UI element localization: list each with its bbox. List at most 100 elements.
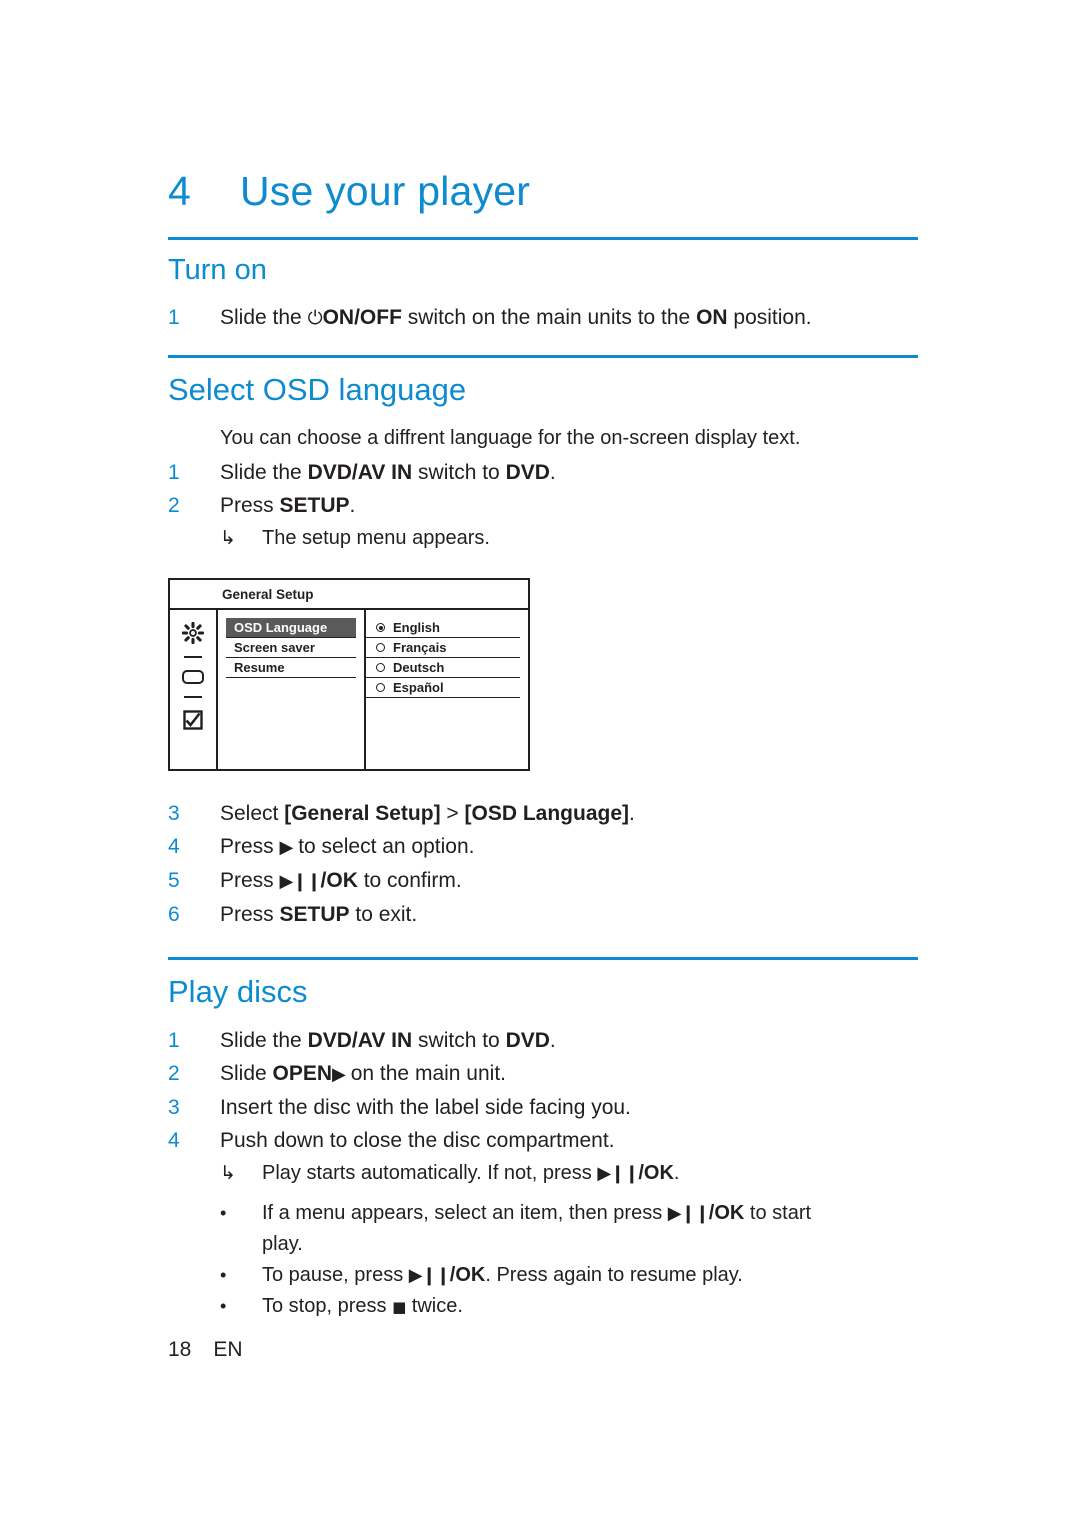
step-bold-general-setup: [General Setup] <box>284 802 441 825</box>
step-text: Press SETUP to exit. <box>220 898 918 931</box>
osd-setup-menu-figure: General Setup OSD Language Screen saver … <box>168 578 530 771</box>
step-osd-1: 1 Slide the DVD/AV IN switch to DVD. <box>168 456 918 489</box>
step-osd-4: 4 Press ▶ to select an option. <box>168 830 918 864</box>
step-play-1: 1 Slide the DVD/AV IN switch to DVD. <box>168 1024 918 1057</box>
bullet-bold-ok: /OK <box>708 1202 745 1224</box>
osd-option-espanol[interactable]: Español <box>366 678 520 698</box>
step-text-pre: Slide the <box>220 1029 308 1052</box>
arrow-icon: ↳ <box>220 527 236 549</box>
bullet-text-cont: play. <box>262 1233 303 1255</box>
chapter-title: Use your player <box>240 168 531 214</box>
step-text: Press SETUP. <box>220 489 918 522</box>
gear-icon <box>181 621 205 645</box>
step-number: 3 <box>168 802 180 825</box>
bullet-text: To pause, press ▶❙❙/OK. Press again to r… <box>262 1260 743 1291</box>
manual-page: 4 Use your player Turn on 1 Slide the ⏻O… <box>0 0 1080 1537</box>
osd-menu-item-screen-saver[interactable]: Screen saver <box>226 638 356 658</box>
stop-icon: ■ <box>392 1298 407 1316</box>
step-text: Slide the DVD/AV IN switch to DVD. <box>220 1024 918 1057</box>
osd-option-deutsch[interactable]: Deutsch <box>366 658 520 678</box>
step-osd-5: 5 Press ▶❙❙/OK to confirm. <box>168 864 918 898</box>
step-number: 1 <box>168 306 180 329</box>
step-text-post: . <box>629 802 635 825</box>
arrow-icon: ↳ <box>220 1162 236 1184</box>
step-play-3: 3 Insert the disc with the label side fa… <box>168 1091 918 1124</box>
bullet-icon: • <box>220 1296 227 1316</box>
play-pause-icon: ▶❙❙ <box>408 1265 451 1286</box>
step-play-2: 2 Slide OPEN▶ on the main unit. <box>168 1057 918 1091</box>
step-text-post: to select an option. <box>292 835 475 858</box>
osd-menu-label: Screen saver <box>234 640 315 655</box>
bullet-text: If a menu appears, select an item, then … <box>262 1198 811 1260</box>
step-bold-dvd: DVD <box>505 1029 550 1052</box>
step-text: Insert the disc with the label side faci… <box>220 1096 631 1119</box>
page-language: EN <box>213 1338 243 1361</box>
section-heading-play-discs: Play discs <box>168 974 308 1009</box>
step-number: 2 <box>168 494 180 517</box>
bullet-text-pre: To pause, press <box>262 1264 409 1286</box>
step-text-post: to exit. <box>349 903 418 926</box>
step-text: Slide the ⏻ON/OFF switch on the main uni… <box>220 301 918 335</box>
bullet-icon: • <box>220 1265 227 1285</box>
radio-icon <box>376 683 385 692</box>
step-bold-dvd: DVD <box>505 461 550 484</box>
play-right-icon: ▶ <box>279 837 294 858</box>
step-osd-6: 6 Press SETUP to exit. <box>168 898 918 931</box>
chapter-heading: 4 Use your player <box>168 168 918 215</box>
step-bold-dvdavin: DVD/AV IN <box>307 1029 413 1052</box>
divider-rule-3 <box>168 957 918 960</box>
osd-menu-column: OSD Language Screen saver Resume <box>218 610 366 769</box>
subline-text: The setup menu appears. <box>262 527 490 549</box>
step-text-mid: switch to <box>412 461 506 484</box>
step-number: 6 <box>168 903 180 926</box>
divider-rule-1 <box>168 237 918 240</box>
subline-osd-menu-appears: ↳ The setup menu appears. <box>220 522 918 554</box>
osd-option-francais[interactable]: Français <box>366 638 520 658</box>
step-text-pre: Press <box>220 869 280 892</box>
bullet-text-post: to start <box>744 1202 812 1224</box>
osd-option-label: Deutsch <box>393 660 445 675</box>
osd-menu-item-resume[interactable]: Resume <box>226 658 356 678</box>
divider-icon <box>184 656 202 658</box>
step-text: Select [General Setup] > [OSD Language]. <box>220 797 918 830</box>
bullet-text: To stop, press ■ twice. <box>262 1291 463 1323</box>
bullet-text-pre: To stop, press <box>262 1295 393 1317</box>
bullet-icon: • <box>220 1203 227 1223</box>
step-text-mid: > <box>440 802 465 825</box>
bullet-text-post: twice. <box>406 1295 463 1317</box>
radio-icon <box>376 643 385 652</box>
step-number: 1 <box>168 1029 180 1052</box>
step-text-pre: Press <box>220 835 280 858</box>
disc-icon <box>182 670 204 684</box>
step-text-pre: Slide the <box>220 461 308 484</box>
osd-option-english[interactable]: English <box>366 618 520 638</box>
chapter-number: 4 <box>168 168 192 214</box>
step-text-pre: Slide the <box>220 306 308 329</box>
step-text-pre: Slide <box>220 1062 273 1085</box>
step-text: Press ▶❙❙/OK to confirm. <box>220 864 918 898</box>
subline-text-post: . <box>673 1162 680 1184</box>
bullet-text-post: . Press again to resume play. <box>485 1264 743 1286</box>
osd-option-label: Français <box>393 640 447 655</box>
radio-selected-icon <box>376 623 385 632</box>
step-bold-ok: /OK <box>320 869 358 892</box>
subline-text: Play starts automatically. If not, press… <box>262 1157 679 1190</box>
step-text-mid: switch to <box>412 1029 506 1052</box>
step-text-pre: Press <box>220 903 280 926</box>
step-osd-3: 3 Select [General Setup] > [OSD Language… <box>168 797 918 830</box>
step-number: 2 <box>168 1062 180 1085</box>
bullet-bold-ok: /OK <box>449 1264 486 1286</box>
power-icon: ⏻ <box>307 307 323 329</box>
step-text-pre: Press <box>220 494 280 517</box>
osd-icon-column <box>170 610 218 769</box>
step-text: Press ▶ to select an option. <box>220 830 918 864</box>
step-text: Push down to close the disc compartment. <box>220 1129 615 1152</box>
open-arrow-icon: ▶ <box>332 1064 346 1085</box>
subline-bold-ok: /OK <box>638 1162 674 1184</box>
checkbox-icon <box>183 710 203 730</box>
section-heading-select-osd: Select OSD language <box>168 372 467 407</box>
bullet-text-pre: If a menu appears, select an item, then … <box>262 1202 668 1224</box>
step-text-post: on the main unit. <box>344 1062 506 1085</box>
osd-menu-item-osd-language[interactable]: OSD Language <box>226 618 356 638</box>
step-bold-dvdavin: DVD/AV IN <box>307 461 413 484</box>
